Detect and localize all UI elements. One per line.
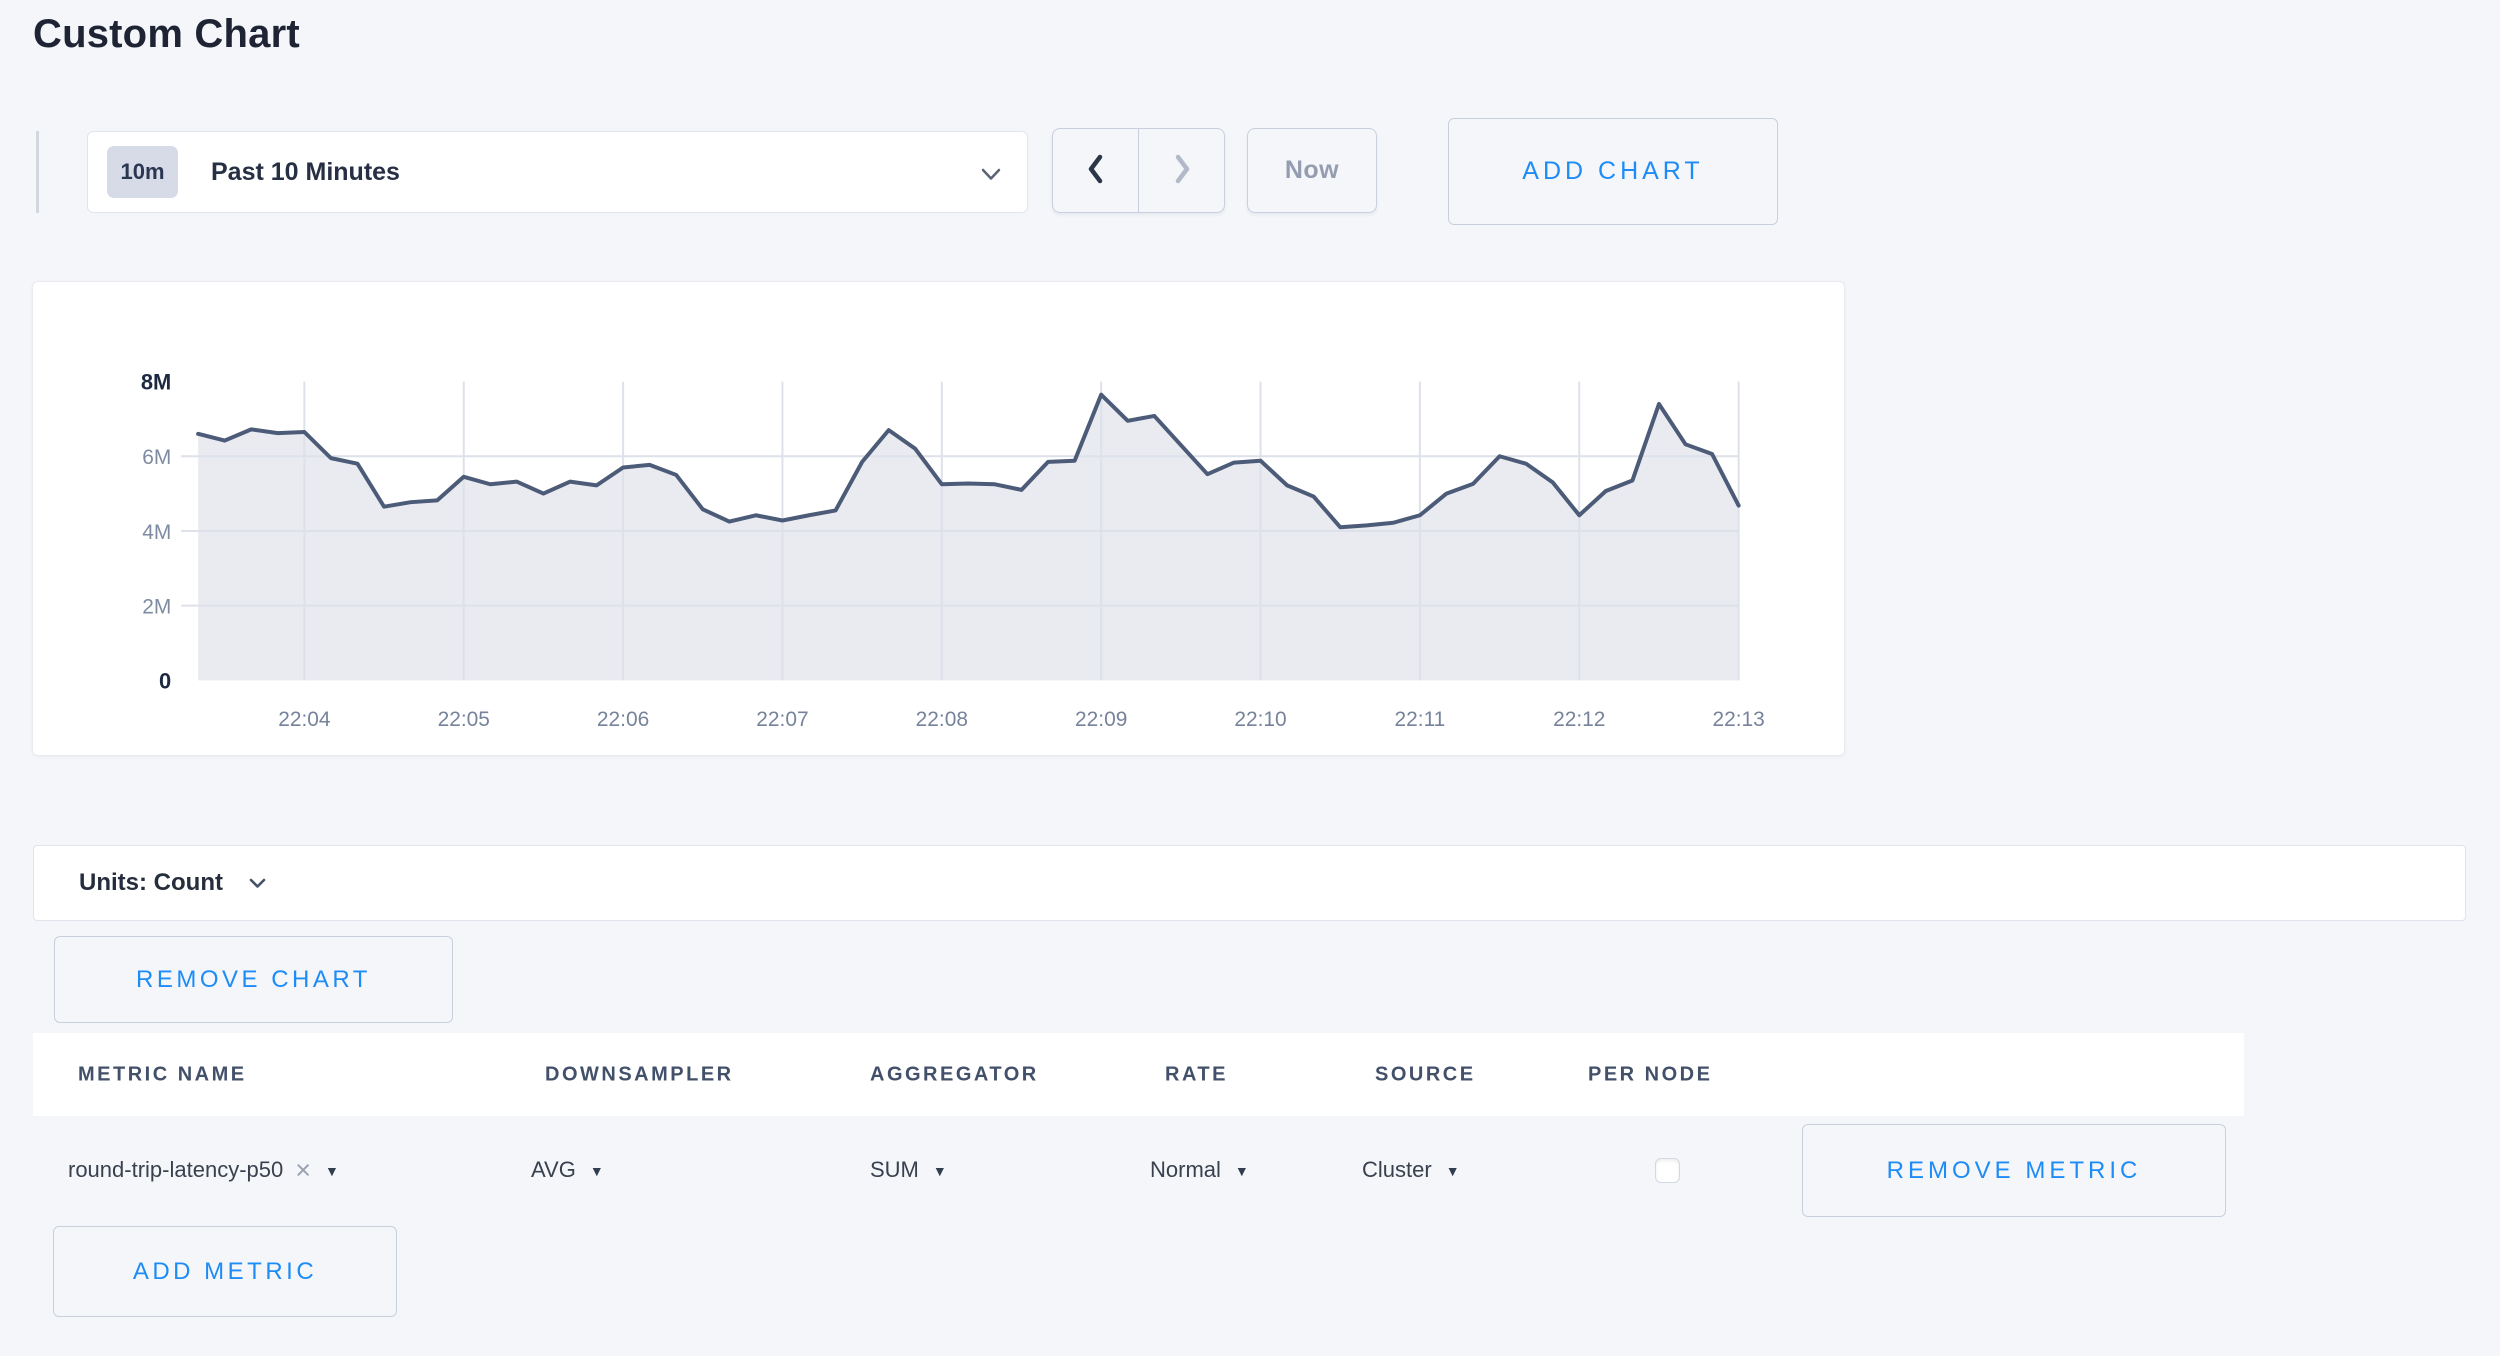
svg-text:22:08: 22:08 (916, 708, 968, 731)
time-window-label: Past 10 Minutes (211, 158, 400, 187)
custom-chart-page: Custom Chart 10m Past 10 Minutes Now ADD… (0, 0, 2500, 1356)
time-window-badge: 10m (107, 146, 178, 198)
column-header-metric-name: METRIC NAME (78, 1063, 247, 1086)
column-header-downsampler: DOWNSAMPLER (545, 1063, 734, 1086)
chevron-right-icon (1170, 153, 1194, 188)
downsampler-value: AVG (531, 1157, 576, 1183)
metrics-table-header: METRIC NAME DOWNSAMPLER AGGREGATOR RATE … (33, 1033, 2244, 1116)
svg-text:22:07: 22:07 (756, 708, 808, 731)
caret-down-icon: ▼ (590, 1163, 604, 1179)
svg-text:4M: 4M (142, 521, 171, 544)
caret-down-icon: ▼ (933, 1163, 947, 1179)
controls-divider (36, 131, 39, 213)
source-value: Cluster (1362, 1157, 1432, 1183)
svg-text:22:11: 22:11 (1395, 708, 1446, 731)
add-chart-button[interactable]: ADD CHART (1448, 118, 1778, 225)
chart-card: 0 2M 4M 6M 8M 22:04 22:05 22:06 22:07 22:08 22:09 2… (32, 281, 1845, 756)
remove-metric-button[interactable]: REMOVE METRIC (1802, 1124, 2226, 1217)
page-title: Custom Chart (33, 12, 300, 57)
now-button[interactable]: Now (1247, 128, 1377, 213)
remove-chart-button[interactable]: REMOVE CHART (54, 936, 453, 1023)
caret-down-icon: ▼ (1235, 1163, 1249, 1179)
next-time-button[interactable] (1139, 129, 1224, 212)
time-pager (1052, 128, 1225, 213)
svg-text:2M: 2M (142, 596, 171, 619)
downsampler-dropdown[interactable]: AVG ▼ (531, 1116, 604, 1224)
prev-time-button[interactable] (1053, 129, 1139, 212)
timeseries-chart: 0 2M 4M 6M 8M 22:04 22:05 22:06 22:07 22:08 22:09 2… (33, 282, 1844, 755)
svg-text:22:09: 22:09 (1075, 708, 1127, 731)
aggregator-dropdown[interactable]: SUM ▼ (870, 1116, 947, 1224)
column-header-per-node: PER NODE (1588, 1063, 1712, 1086)
chevron-down-icon (981, 168, 1001, 186)
rate-value: Normal (1150, 1157, 1221, 1183)
svg-text:8M: 8M (141, 370, 171, 395)
svg-text:22:06: 22:06 (597, 708, 649, 731)
svg-text:0: 0 (159, 668, 171, 693)
units-dropdown[interactable]: Units: Count (33, 845, 2466, 921)
metric-name-dropdown[interactable]: round-trip-latency-p50 × ▼ (68, 1116, 339, 1224)
chevron-down-icon (249, 876, 266, 894)
svg-text:6M: 6M (142, 446, 171, 469)
aggregator-value: SUM (870, 1157, 919, 1183)
column-header-source: SOURCE (1375, 1063, 1476, 1086)
rate-dropdown[interactable]: Normal ▼ (1150, 1116, 1249, 1224)
metric-row: round-trip-latency-p50 × ▼ AVG ▼ SUM ▼ N… (33, 1116, 2500, 1231)
column-header-aggregator: AGGREGATOR (870, 1063, 1039, 1086)
time-window-dropdown[interactable]: 10m Past 10 Minutes (87, 131, 1028, 213)
chevron-left-icon (1084, 153, 1108, 188)
svg-text:22:05: 22:05 (438, 708, 490, 731)
remove-x-icon[interactable]: × (295, 1155, 311, 1186)
svg-text:22:13: 22:13 (1712, 708, 1764, 731)
column-header-rate: RATE (1165, 1063, 1228, 1086)
source-dropdown[interactable]: Cluster ▼ (1362, 1116, 1460, 1224)
svg-text:22:10: 22:10 (1234, 708, 1286, 731)
metric-name-value: round-trip-latency-p50 (68, 1157, 283, 1183)
units-label: Units: Count (79, 869, 223, 897)
svg-text:22:04: 22:04 (278, 708, 331, 731)
caret-down-icon: ▼ (1446, 1163, 1460, 1179)
svg-text:22:12: 22:12 (1553, 708, 1605, 731)
add-metric-button[interactable]: ADD METRIC (53, 1226, 397, 1317)
per-node-checkbox[interactable] (1655, 1158, 1680, 1183)
caret-down-icon: ▼ (325, 1163, 339, 1179)
